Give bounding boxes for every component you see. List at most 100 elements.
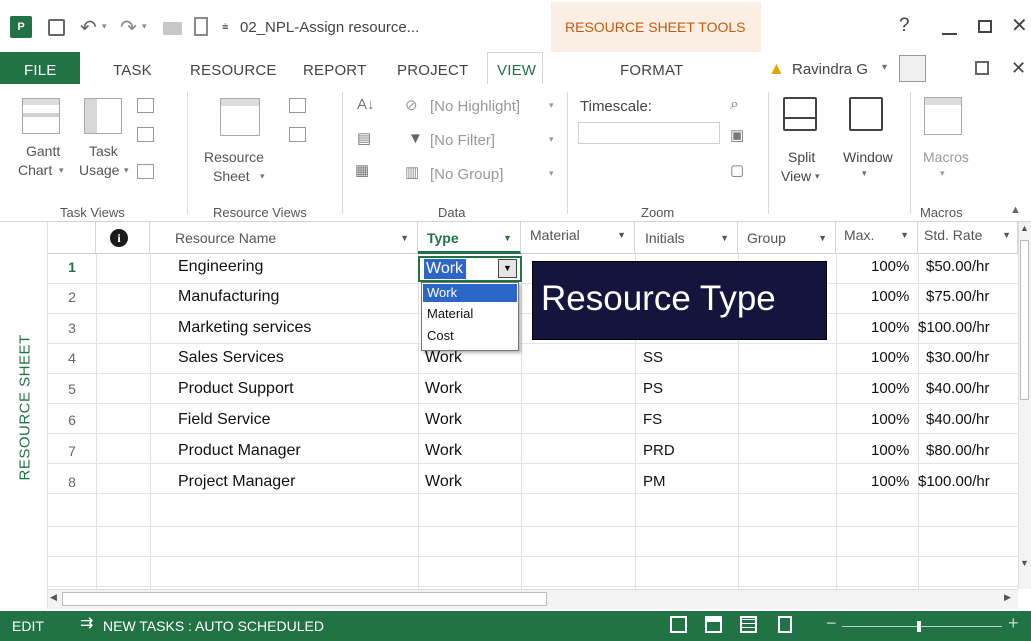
max-cell[interactable]: 100%	[871, 282, 909, 312]
col-std-rate[interactable]: Std. Rate ▼	[918, 222, 1018, 254]
resource-name-cell[interactable]: Product Support	[178, 374, 294, 404]
macros-dropdown-icon[interactable]: ▾	[940, 169, 945, 178]
new-task-icon[interactable]: ⇉	[80, 616, 93, 632]
macros-label[interactable]: Macros	[923, 150, 969, 164]
resource-sheet-label-2[interactable]: Sheet	[213, 169, 250, 183]
selected-tasks-icon[interactable]: ▢	[730, 163, 744, 178]
dropdown-option-cost[interactable]: Cost	[427, 329, 454, 342]
table-row[interactable]	[48, 527, 1018, 557]
scroll-right-icon[interactable]: ▶	[1004, 593, 1011, 602]
window-label[interactable]: Window	[843, 150, 893, 164]
gantt-chart-label-2[interactable]: Chart	[18, 163, 52, 177]
gantt-chart-label[interactable]: Gantt	[26, 144, 60, 158]
gantt-dropdown-icon[interactable]: ▾	[59, 166, 64, 175]
row-number[interactable]: 3	[48, 313, 96, 343]
tab-format[interactable]: FORMAT	[620, 62, 683, 79]
resource-usage-icon[interactable]	[289, 98, 306, 113]
initials-cell[interactable]: SS	[643, 343, 663, 373]
dropdown-option-work[interactable]: Work	[427, 286, 457, 299]
col-dropdown-icon[interactable]: ▼	[400, 222, 409, 254]
redo-icon[interactable]: ↷	[120, 18, 137, 38]
horizontal-scroll-thumb[interactable]	[62, 592, 547, 606]
row-number[interactable]: 7	[48, 436, 96, 466]
undo-dropdown-icon[interactable]: ▾	[102, 22, 107, 31]
initials-cell[interactable]: PM	[643, 467, 666, 497]
vertical-scroll-thumb[interactable]	[1020, 240, 1029, 400]
row-number[interactable]: 5	[48, 374, 96, 404]
col-material[interactable]: Material ▼	[521, 222, 635, 254]
group-dropdown-icon[interactable]: ▾	[549, 169, 554, 178]
initials-cell[interactable]: PRD	[643, 436, 675, 466]
highlight-icon[interactable]: ⊘	[405, 98, 418, 113]
col-dropdown-icon[interactable]: ▼	[818, 222, 827, 254]
group-dropdown[interactable]: [No Group]	[430, 167, 503, 182]
customize-qat-icon[interactable]: ⩧	[222, 22, 228, 33]
col-initials[interactable]: Initials ▼	[635, 222, 738, 254]
row-number[interactable]: 8	[48, 467, 96, 497]
new-tasks-mode[interactable]: NEW TASKS : AUTO SCHEDULED	[103, 619, 324, 633]
gantt-view-shortcut-icon[interactable]	[670, 616, 687, 633]
timescale-select[interactable]	[578, 122, 720, 144]
tab-project[interactable]: PROJECT	[397, 62, 468, 79]
max-cell[interactable]: 100%	[871, 405, 909, 435]
std-rate-cell[interactable]: $40.00/hr	[926, 374, 989, 404]
filter-dropdown-icon[interactable]: ▾	[549, 135, 554, 144]
select-all-cell[interactable]	[48, 222, 96, 254]
max-cell[interactable]: 100%	[871, 436, 909, 466]
std-rate-cell[interactable]: $75.00/hr	[926, 282, 989, 312]
filter-icon[interactable]: ▼	[408, 131, 423, 146]
window-dropdown-icon[interactable]: ▾	[862, 169, 867, 178]
task-usage-dropdown-icon[interactable]: ▾	[124, 166, 129, 175]
highlight-dropdown-icon[interactable]: ▾	[549, 101, 554, 110]
print-preview-icon[interactable]	[194, 17, 208, 36]
std-rate-cell[interactable]: $50.00/hr	[926, 252, 989, 282]
dropdown-option-material[interactable]: Material	[427, 307, 473, 320]
split-view-label-2[interactable]: View	[781, 169, 811, 183]
resource-name-cell[interactable]: Product Manager	[178, 436, 301, 466]
collapse-ribbon-icon[interactable]: ▲	[1010, 205, 1021, 216]
close-document-icon[interactable]: ✕	[1011, 59, 1026, 77]
resource-form-icon[interactable]	[289, 127, 306, 142]
ribbon-display-icon[interactable]	[975, 61, 989, 75]
max-cell[interactable]: 100%	[871, 313, 909, 343]
split-view-dropdown-icon[interactable]: ▾	[815, 172, 820, 181]
row-number[interactable]: 4	[48, 343, 96, 373]
std-rate-cell[interactable]: $80.00/hr	[926, 436, 989, 466]
resource-name-cell[interactable]: Engineering	[178, 252, 263, 282]
zoom-out-icon[interactable]: −	[826, 614, 837, 632]
group-icon[interactable]: ▥	[405, 165, 419, 180]
max-cell[interactable]: 100%	[871, 467, 909, 497]
task-usage-label[interactable]: Task	[89, 144, 118, 158]
minimize-button[interactable]	[942, 33, 957, 35]
initials-cell[interactable]: FS	[643, 405, 662, 435]
tables-icon[interactable]: ▦	[355, 163, 369, 178]
tab-report[interactable]: REPORT	[303, 62, 366, 79]
report-shortcut-icon[interactable]	[778, 616, 792, 633]
type-cell[interactable]: Work	[425, 374, 462, 404]
highlight-dropdown[interactable]: [No Highlight]	[430, 99, 520, 114]
save-icon[interactable]	[48, 19, 65, 36]
open-icon[interactable]	[163, 22, 182, 35]
max-cell[interactable]: 100%	[871, 252, 909, 282]
scroll-up-icon[interactable]: ▲	[1020, 224, 1029, 233]
resource-name-cell[interactable]: Project Manager	[178, 467, 295, 497]
std-rate-cell[interactable]: $40.00/hr	[926, 405, 989, 435]
col-dropdown-icon[interactable]: ▼	[617, 222, 626, 248]
scroll-down-icon[interactable]: ▼	[1020, 559, 1029, 568]
scroll-left-icon[interactable]: ◀	[50, 593, 57, 602]
col-group[interactable]: Group ▼	[738, 222, 836, 254]
type-cell[interactable]: Work	[425, 405, 462, 435]
col-dropdown-icon[interactable]: ▼	[503, 222, 512, 254]
zoom-slider-track[interactable]	[842, 626, 1002, 627]
col-max[interactable]: Max. ▼	[836, 222, 918, 254]
network-diagram-icon[interactable]	[137, 98, 154, 113]
zoom-icon[interactable]: ⌕	[730, 97, 739, 113]
row-number[interactable]: 2	[48, 282, 96, 312]
zoom-slider-thumb[interactable]	[917, 621, 921, 632]
task-usage-shortcut-icon[interactable]	[705, 616, 722, 633]
filter-dropdown[interactable]: [No Filter]	[430, 133, 495, 148]
col-resource-name[interactable]: Resource Name ▼	[150, 222, 418, 254]
table-row[interactable]	[48, 557, 1018, 587]
task-usage-label-2[interactable]: Usage	[79, 163, 119, 177]
sort-icon[interactable]: A↓	[357, 97, 375, 112]
